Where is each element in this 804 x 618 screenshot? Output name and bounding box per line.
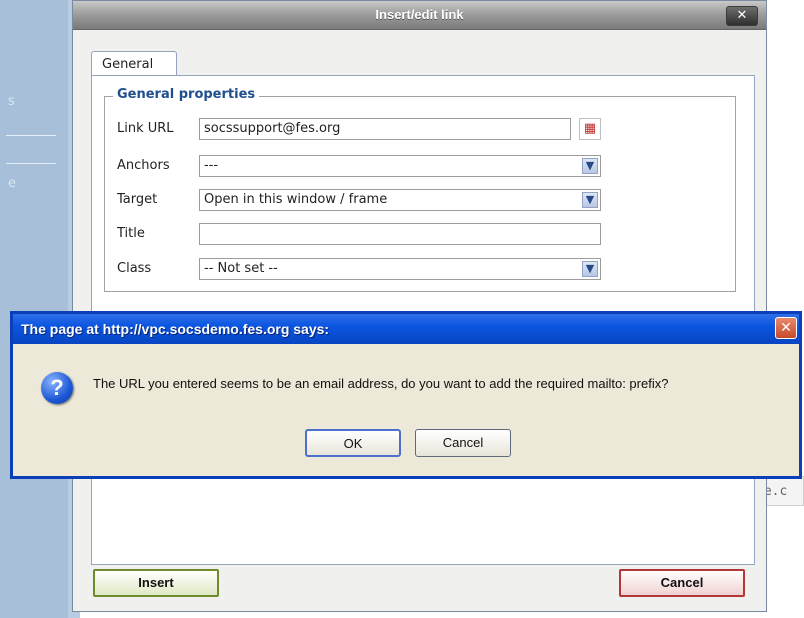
sidebar-divider-1 (6, 135, 56, 136)
ok-button[interactable]: OK (305, 429, 401, 457)
class-row: Class -- Not set -- ▼ (117, 258, 717, 280)
target-select-value: Open in this window / frame (204, 192, 388, 207)
browse-icon[interactable]: ▦ (579, 118, 601, 140)
anchors-select-value: --- (204, 158, 219, 173)
close-icon[interactable]: ✕ (726, 6, 758, 26)
sidebar-ghost-text-1: s (8, 94, 15, 109)
mailto-confirm-alert: The page at http://vpc.socsdemo.fes.org … (10, 311, 802, 479)
link-url-row: Link URL socssupport@fes.org ▦ (117, 118, 717, 140)
dialog-titlebar[interactable]: Insert/edit link ✕ (73, 1, 766, 30)
anchors-row: Anchors --- ▼ (117, 155, 717, 177)
class-select-value: -- Not set -- (204, 261, 278, 276)
target-label: Target (117, 192, 158, 207)
alert-titlebar[interactable]: The page at http://vpc.socsdemo.fes.org … (13, 314, 799, 344)
background-right-area (767, 0, 804, 618)
sidebar-divider-2 (6, 163, 56, 164)
dialog-title: Insert/edit link (375, 7, 464, 22)
title-input[interactable] (199, 223, 601, 245)
title-label: Title (117, 226, 145, 241)
general-properties-fieldset: General properties Link URL socssupport@… (104, 87, 736, 292)
sidebar-ghost-text-2: e (8, 176, 16, 191)
tab-general[interactable]: General (91, 51, 177, 76)
chevron-down-icon[interactable]: ▼ (582, 158, 598, 174)
question-icon: ? (41, 372, 73, 404)
chevron-down-icon[interactable]: ▼ (582, 192, 598, 208)
fieldset-legend: General properties (113, 87, 260, 102)
link-url-label: Link URL (117, 121, 174, 136)
alert-message: The URL you entered seems to be an email… (93, 376, 669, 391)
insert-button[interactable]: Insert (93, 569, 219, 597)
close-icon[interactable]: ✕ (775, 317, 797, 339)
anchors-label: Anchors (117, 158, 170, 173)
background-sidebar: s e (0, 0, 68, 618)
alert-cancel-button[interactable]: Cancel (415, 429, 511, 457)
anchors-select[interactable]: --- ▼ (199, 155, 601, 177)
class-label: Class (117, 261, 152, 276)
target-select[interactable]: Open in this window / frame ▼ (199, 189, 601, 211)
cancel-button[interactable]: Cancel (619, 569, 745, 597)
insert-edit-link-dialog: Insert/edit link ✕ General General prope… (72, 0, 767, 612)
target-row: Target Open in this window / frame ▼ (117, 189, 717, 211)
alert-title: The page at http://vpc.socsdemo.fes.org … (21, 321, 330, 337)
class-select[interactable]: -- Not set -- ▼ (199, 258, 601, 280)
link-url-input[interactable]: socssupport@fes.org (199, 118, 571, 140)
chevron-down-icon[interactable]: ▼ (582, 261, 598, 277)
title-row: Title (117, 223, 717, 245)
